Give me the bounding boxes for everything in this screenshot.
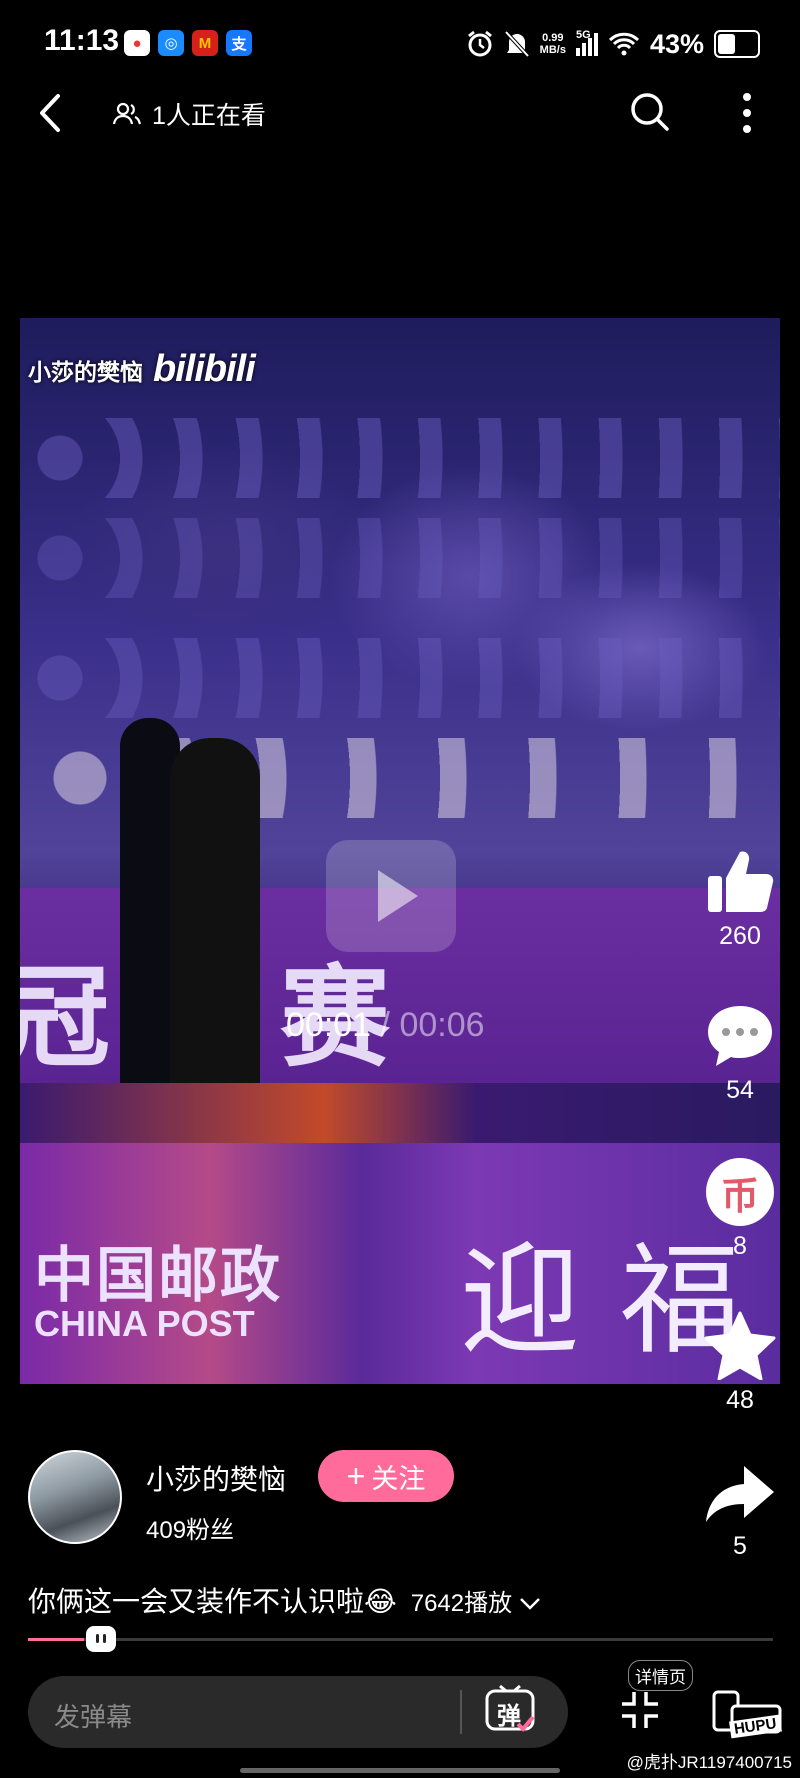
- hupu-button[interactable]: HUPU: [712, 1688, 792, 1742]
- video-player[interactable]: 冠级赛 中国邮政 CHINA POST 迎福 小莎的樊恼 bilibili 00…: [20, 318, 780, 1384]
- coin-count: 8: [733, 1232, 747, 1260]
- thumbs-up-icon: [708, 851, 774, 912]
- player-figure: [170, 738, 260, 1098]
- net-speed: 0.99 MB/s: [539, 32, 566, 56]
- sponsor-banner: 中国邮政 CHINA POST 迎福: [20, 1143, 780, 1384]
- viewer-count-text: 1人正在看: [152, 102, 266, 130]
- share-button[interactable]: 5: [700, 1464, 780, 1561]
- comment-button[interactable]: 54: [700, 1002, 780, 1105]
- progress-handle[interactable]: [86, 1626, 116, 1652]
- like-count: 260: [719, 922, 761, 950]
- signal-icon: 5G: [575, 29, 598, 56]
- video-caption: 你俩这一会又装作不认识啦😂 7642播放: [28, 1580, 541, 1620]
- status-bar: 11:13 ● ◎ M 支 0.99 MB/s 5G 43%: [0, 0, 800, 90]
- divider: [460, 1690, 462, 1734]
- play-button[interactable]: [326, 840, 456, 952]
- share-icon: [706, 1466, 774, 1522]
- danmu-toggle-button[interactable]: 弹: [484, 1684, 538, 1738]
- people-icon: [112, 102, 142, 125]
- viewer-count: 1人正在看: [112, 96, 266, 132]
- play-count[interactable]: 7642播放: [411, 1583, 541, 1618]
- comment-icon: [708, 1006, 772, 1066]
- home-indicator[interactable]: [240, 1768, 560, 1773]
- like-button[interactable]: 260: [700, 846, 780, 951]
- mcdonalds-app-icon: M: [192, 30, 218, 56]
- author-name[interactable]: 小莎的樊恼: [146, 1458, 286, 1498]
- exit-fullscreen-icon[interactable]: [620, 1690, 660, 1730]
- more-icon[interactable]: [740, 92, 754, 134]
- arena-rail: [20, 1083, 780, 1143]
- caption-text: 你俩这一会又装作不认识啦😂: [28, 1586, 397, 1617]
- share-count: 5: [733, 1532, 747, 1560]
- favorite-button[interactable]: 48: [700, 1310, 780, 1415]
- back-icon[interactable]: [36, 92, 66, 134]
- danmu-placeholder: 发弹幕: [54, 1702, 133, 1732]
- video-timecode: 00:01 / 00:06: [286, 1006, 485, 1044]
- video-watermark: 小莎的樊恼 bilibili: [28, 348, 256, 390]
- credit-watermark: @虎扑JR1197400715: [626, 1753, 792, 1772]
- status-time: 11:13: [44, 24, 120, 57]
- battery-icon: [714, 30, 760, 58]
- search-icon[interactable]: [628, 90, 672, 134]
- map-app-icon: ●: [124, 30, 150, 56]
- coin-button[interactable]: 币 8: [700, 1158, 780, 1261]
- comment-count: 54: [726, 1076, 754, 1104]
- browser-app-icon: ◎: [158, 30, 184, 56]
- battery-percent: 43%: [649, 28, 704, 59]
- progress-fill: [28, 1638, 84, 1641]
- favorite-count: 48: [726, 1386, 754, 1414]
- chevron-down-icon: [519, 1597, 540, 1610]
- star-icon: [704, 1311, 776, 1380]
- alarm-icon: [467, 30, 492, 57]
- coin-icon: 币: [706, 1158, 774, 1226]
- author-fans: 409粉丝: [146, 1517, 235, 1544]
- detail-page-label[interactable]: 详情页: [628, 1660, 693, 1691]
- alipay-app-icon: 支: [226, 30, 252, 56]
- mute-icon: [504, 30, 530, 58]
- author-avatar[interactable]: [28, 1450, 122, 1544]
- wifi-icon: [608, 32, 640, 56]
- status-right: 0.99 MB/s 5G 43%: [466, 24, 760, 64]
- follow-button[interactable]: + 关注: [318, 1450, 454, 1502]
- bilibili-logo: bilibili: [153, 348, 256, 390]
- plus-icon: +: [346, 1458, 366, 1494]
- progress-bar[interactable]: [28, 1638, 773, 1641]
